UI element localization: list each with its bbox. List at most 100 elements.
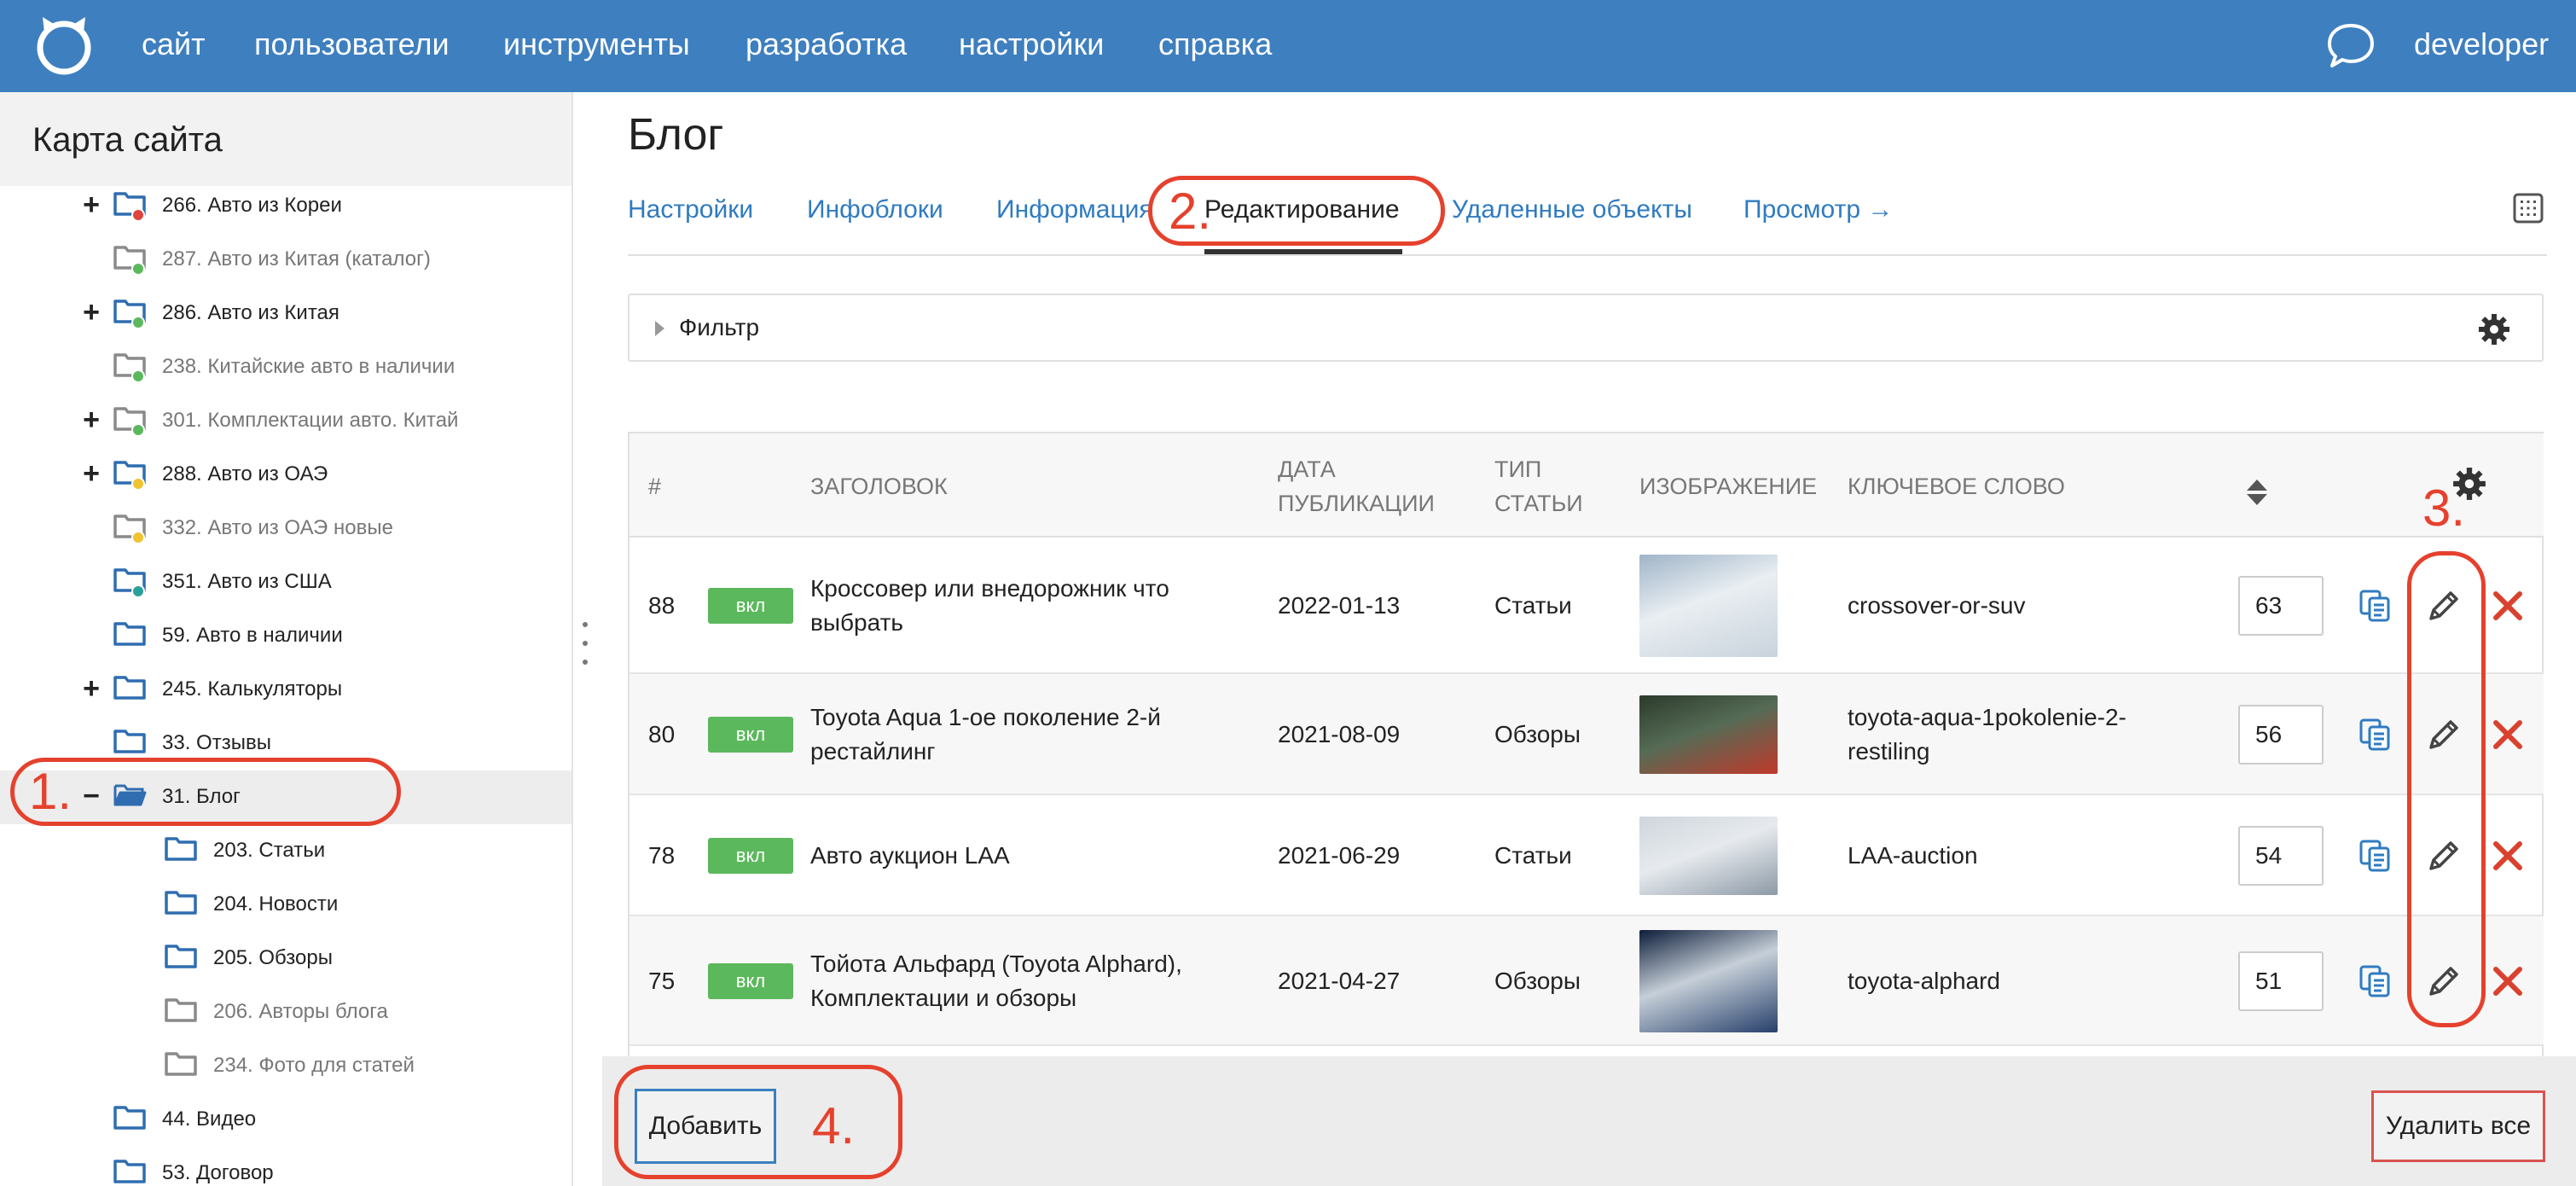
sidebar-tree-item[interactable]: 203. Статьи [0, 824, 571, 878]
delete-x-icon[interactable] [2491, 839, 2525, 873]
sidebar-tree-item-label[interactable]: 266. Авто из Кореи [162, 191, 342, 220]
row-title-line1[interactable]: Тойота Альфард (Toyota Alphard), [810, 947, 1182, 981]
copy-icon[interactable] [2358, 588, 2393, 624]
delete-x-icon[interactable] [2491, 589, 2525, 623]
priority-input[interactable]: 51 [2238, 951, 2324, 1011]
tab-infoblocks[interactable]: Инфоблоки [807, 193, 943, 227]
table-row[interactable]: 88 вкл Кроссовер или внедорожник что выбрат… [629, 538, 2544, 674]
nav-tools[interactable]: инструменты [503, 24, 690, 65]
column-header-image[interactable]: ИЗОБРАЖЕНИЕ [1639, 469, 1817, 503]
sidebar-tree-item-label[interactable]: 351. Авто из США [162, 567, 332, 596]
gear-icon[interactable] [2477, 312, 2511, 346]
layout-grid-icon[interactable] [2513, 193, 2544, 224]
sidebar-tree-item[interactable]: 53. Договор [0, 1147, 571, 1186]
sidebar-resize-handle[interactable] [578, 619, 592, 667]
priority-input[interactable]: 63 [2238, 576, 2324, 636]
sidebar-tree-item-label[interactable]: 332. Авто из ОАЭ новые [162, 514, 393, 543]
sidebar-tree-item[interactable]: 44. Видео [0, 1093, 571, 1147]
nav-development[interactable]: разработка [746, 24, 907, 65]
sidebar-tree-item-label[interactable]: 59. Авто в наличии [162, 621, 343, 650]
expand-toggle-icon[interactable]: + [78, 295, 104, 329]
status-badge[interactable]: вкл [708, 838, 793, 874]
nav-users[interactable]: пользователи [254, 24, 450, 65]
sidebar-tree-item[interactable]: 332. Авто из ОАЭ новые [0, 502, 571, 555]
delete-x-icon[interactable] [2491, 964, 2525, 998]
sidebar-tree-item-label[interactable]: 245. Калькуляторы [162, 675, 342, 704]
row-image-thumbnail[interactable] [1639, 695, 1778, 774]
tab-information[interactable]: Информация [996, 193, 1153, 227]
column-header-type-line1[interactable]: ТИП [1494, 452, 1541, 486]
status-badge[interactable]: вкл [708, 588, 793, 624]
sidebar-tree-item-label[interactable]: 33. Отзывы [162, 729, 271, 758]
sidebar-tree-item[interactable]: +266. Авто из Кореи [0, 179, 571, 233]
sidebar-tree-item[interactable]: 234. Фото для статей [0, 1039, 571, 1093]
copy-icon[interactable] [2358, 963, 2393, 999]
copy-icon[interactable] [2358, 717, 2393, 753]
priority-input[interactable]: 54 [2238, 826, 2324, 886]
expand-toggle-icon[interactable]: + [78, 456, 104, 491]
column-header-title[interactable]: ЗАГОЛОВОК [810, 469, 948, 503]
sort-icon[interactable] [2245, 478, 2269, 507]
expand-toggle-icon[interactable]: + [78, 403, 104, 437]
nav-settings[interactable]: настройки [959, 24, 1104, 65]
row-image-thumbnail[interactable] [1639, 817, 1778, 895]
expand-toggle-icon[interactable]: + [78, 671, 104, 706]
user-menu[interactable]: developer [2414, 24, 2549, 65]
sidebar-tree-item-label[interactable]: 288. Авто из ОАЭ [162, 460, 328, 489]
status-badge[interactable]: вкл [708, 963, 793, 999]
sidebar-tree-item-label[interactable]: 205. Обзоры [213, 944, 333, 973]
row-image-thumbnail[interactable] [1639, 930, 1778, 1032]
sidebar-tree-item[interactable]: 206. Авторы блога [0, 985, 571, 1039]
table-row[interactable]: 75 вкл Тойота Альфард (Toyota Alphard), Ком… [629, 916, 2544, 1046]
sidebar-tree-item[interactable]: +245. Калькуляторы [0, 663, 571, 717]
sidebar-tree-item[interactable]: 204. Новости [0, 878, 571, 932]
chat-bubble-icon[interactable] [2325, 20, 2376, 70]
delete-all-button[interactable]: Удалить все [2371, 1090, 2545, 1162]
sidebar-tree-item[interactable]: 59. Авто в наличии [0, 609, 571, 663]
expand-toggle-icon[interactable]: + [78, 188, 104, 222]
sidebar-tree-item-label[interactable]: 44. Видео [162, 1105, 256, 1134]
logo-icon[interactable] [32, 14, 96, 77]
table-row[interactable]: 78 вкл Авто аукцион LAA 2021-06-29 Статьи LAA… [629, 795, 2544, 916]
sidebar-tree-item[interactable]: 351. Авто из США [0, 555, 571, 609]
row-title-line1[interactable]: Кроссовер или внедорожник что [810, 572, 1169, 606]
row-title-line2[interactable]: Комплектации и обзоры [810, 981, 1076, 1015]
column-header-number[interactable]: # [648, 469, 661, 503]
sidebar-tree-item-label[interactable]: 286. Авто из Китая [162, 299, 339, 328]
sidebar-tree-item[interactable]: +286. Авто из Китая [0, 287, 571, 340]
sidebar-tree-item[interactable]: 287. Авто из Китая (каталог) [0, 233, 571, 287]
sidebar-tree-item-label[interactable]: 206. Авторы блога [213, 997, 388, 1026]
row-title-line2[interactable]: выбрать [810, 606, 903, 640]
sidebar-tree-item-label[interactable]: 203. Статьи [213, 836, 325, 865]
sidebar-tree-item-label[interactable]: 301. Комплектации авто. Китай [162, 406, 458, 435]
tab-settings[interactable]: Настройки [628, 193, 753, 227]
row-title[interactable]: Авто аукцион LAA [810, 839, 1010, 873]
delete-x-icon[interactable] [2491, 718, 2525, 752]
status-badge[interactable]: вкл [708, 717, 793, 753]
sidebar-tree-item[interactable]: 205. Обзоры [0, 932, 571, 985]
tab-preview[interactable]: Просмотр → [1743, 193, 1893, 227]
filter-panel[interactable]: Фильтр [628, 294, 2544, 362]
sidebar-tree-item[interactable]: +301. Комплектации авто. Китай [0, 394, 571, 448]
table-row[interactable]: 80 вкл Toyota Aqua 1-ое поколение 2-й реста… [629, 674, 2544, 795]
folder-blue-icon [164, 888, 198, 916]
column-header-date-line2[interactable]: ПУБЛИКАЦИИ [1278, 486, 1435, 520]
row-title-line1[interactable]: Toyota Aqua 1-ое поколение 2-й [810, 701, 1161, 735]
tab-deleted-objects[interactable]: Удаленные объекты [1452, 193, 1692, 227]
nav-site[interactable]: сайт [142, 24, 206, 65]
column-header-date-line1[interactable]: ДАТА [1278, 452, 1336, 486]
sidebar-tree-item-label[interactable]: 234. Фото для статей [213, 1051, 415, 1080]
row-title-line2[interactable]: рестайлинг [810, 735, 936, 769]
sidebar-tree-item-label[interactable]: 238. Китайские авто в наличии [162, 352, 455, 381]
row-image-thumbnail[interactable] [1639, 555, 1778, 657]
priority-input[interactable]: 56 [2238, 705, 2324, 765]
sidebar-tree-item-label[interactable]: 204. Новости [213, 890, 338, 919]
column-header-type-line2[interactable]: СТАТЬИ [1494, 486, 1583, 520]
sidebar-tree-item[interactable]: +288. Авто из ОАЭ [0, 448, 571, 502]
column-header-keyword[interactable]: КЛЮЧЕВОЕ СЛОВО [1848, 469, 2065, 503]
sidebar-tree-item[interactable]: 238. Китайские авто в наличии [0, 340, 571, 394]
sidebar-tree-item-label[interactable]: 287. Авто из Китая (каталог) [162, 245, 431, 274]
copy-icon[interactable] [2358, 838, 2393, 874]
sidebar-tree-item-label[interactable]: 53. Договор [162, 1159, 274, 1186]
nav-help[interactable]: справка [1158, 24, 1272, 65]
